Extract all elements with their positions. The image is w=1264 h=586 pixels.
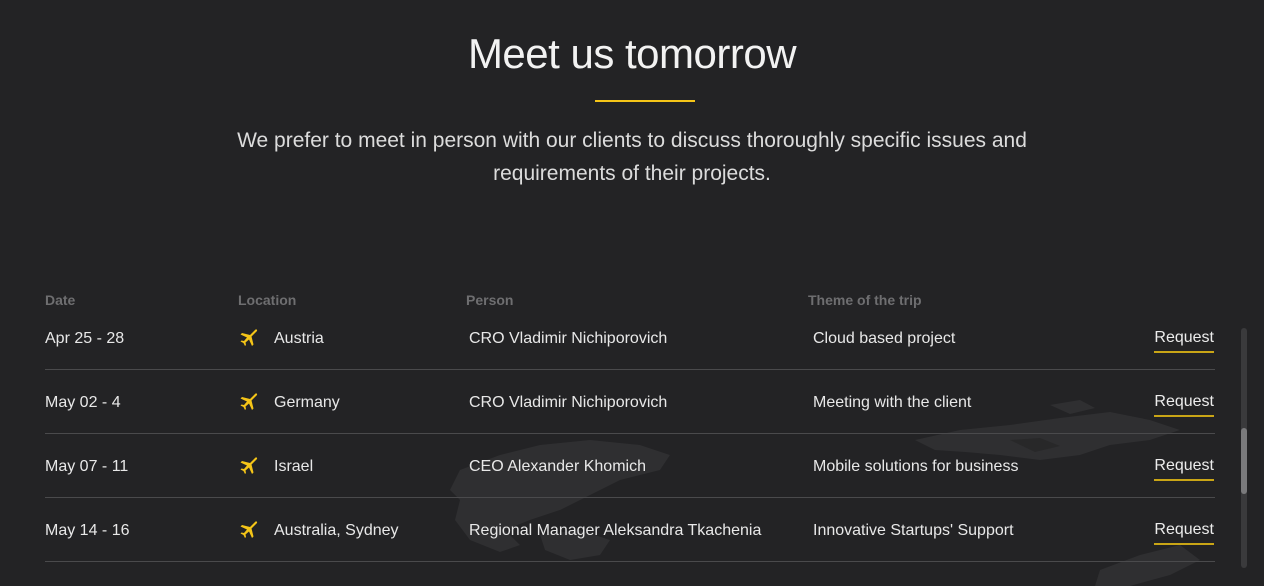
row-date: May 07 - 11: [45, 458, 129, 475]
title-underline: [595, 100, 695, 102]
airplane-icon: [240, 393, 258, 410]
airplane-icon: [240, 329, 258, 346]
table-scrollbar[interactable]: [1241, 328, 1247, 568]
airplane-icon: [240, 521, 258, 538]
row-date: May 02 - 4: [45, 394, 121, 411]
row-theme: Innovative Startups' Support: [813, 522, 1014, 539]
row-person: CRO Vladimir Nichiporovich: [469, 394, 668, 411]
row-person: Regional Manager Aleksandra Tkachenia: [469, 522, 762, 539]
table-row: May 07 - 11 Israel CEO Alexander Khomich…: [0, 434, 1264, 498]
table-row: May 02 - 4 Germany CRO Vladimir Nichipor…: [0, 370, 1264, 434]
request-button[interactable]: Request: [1154, 521, 1214, 545]
airplane-icon: [240, 457, 258, 474]
row-location: Australia, Sydney: [274, 522, 399, 539]
scrollbar-thumb[interactable]: [1241, 428, 1247, 494]
table-row: May 14 - 16 Australia, Sydney Regional M…: [0, 498, 1264, 562]
table-row: Apr 25 - 28 Austria CRO Vladimir Nichipo…: [0, 306, 1264, 370]
request-button[interactable]: Request: [1154, 393, 1214, 417]
row-date: Apr 25 - 28: [45, 330, 125, 347]
row-theme: Meeting with the client: [813, 394, 972, 411]
row-location: Israel: [274, 458, 314, 475]
row-location: Austria: [274, 330, 324, 347]
request-button[interactable]: Request: [1154, 457, 1214, 481]
row-person: CEO Alexander Khomich: [469, 458, 646, 475]
row-theme: Mobile solutions for business: [813, 458, 1019, 475]
row-theme: Cloud based project: [813, 330, 956, 347]
page-subtitle: We prefer to meet in person with our cli…: [232, 124, 1032, 190]
page-title: Meet us tomorrow: [467, 30, 797, 77]
subtitle-line-2: requirements of their projects.: [493, 162, 771, 185]
row-person: CRO Vladimir Nichiporovich: [469, 330, 668, 347]
row-location: Germany: [274, 394, 340, 411]
request-button[interactable]: Request: [1154, 329, 1214, 353]
row-divider: [45, 561, 1215, 562]
row-date: May 14 - 16: [45, 522, 130, 539]
subtitle-line-1: We prefer to meet in person with our cli…: [237, 129, 1027, 152]
